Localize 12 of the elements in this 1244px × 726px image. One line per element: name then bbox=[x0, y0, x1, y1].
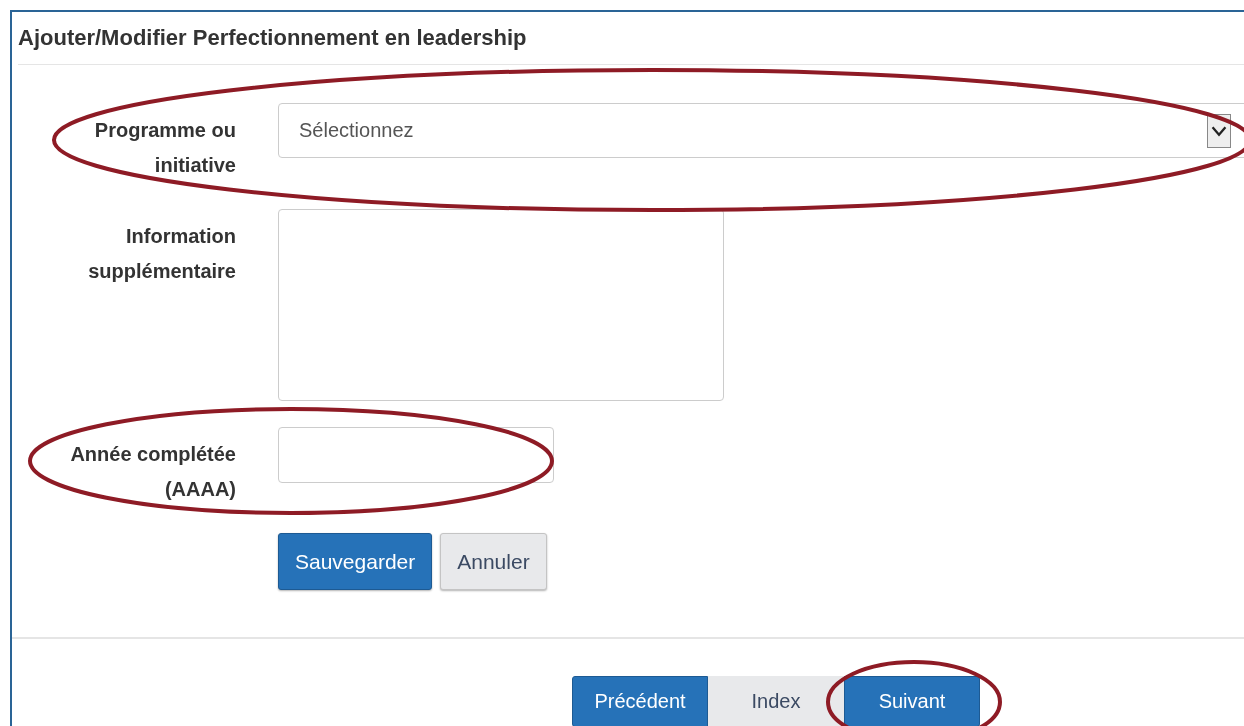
input-field[interactable] bbox=[278, 427, 554, 483]
field-label: Information supplémentaire bbox=[87, 224, 236, 284]
form-title: Ajouter/Modifier Perfectionnement en leadership bbox=[18, 25, 527, 51]
nav-button[interactable]: Suivant bbox=[844, 676, 980, 726]
select-field[interactable]: Sélectionnez bbox=[278, 103, 1244, 158]
field-label: Programme ou initiative bbox=[93, 118, 236, 178]
textarea-field[interactable] bbox=[278, 209, 724, 401]
nav-button[interactable]: Index bbox=[708, 676, 844, 726]
cancel-button[interactable]: Annuler bbox=[440, 533, 547, 590]
field-label: Année complétée (AAAA) bbox=[69, 442, 236, 502]
save-button[interactable]: Sauvegarder bbox=[278, 533, 433, 590]
nav-button[interactable]: Précédent bbox=[572, 676, 708, 726]
